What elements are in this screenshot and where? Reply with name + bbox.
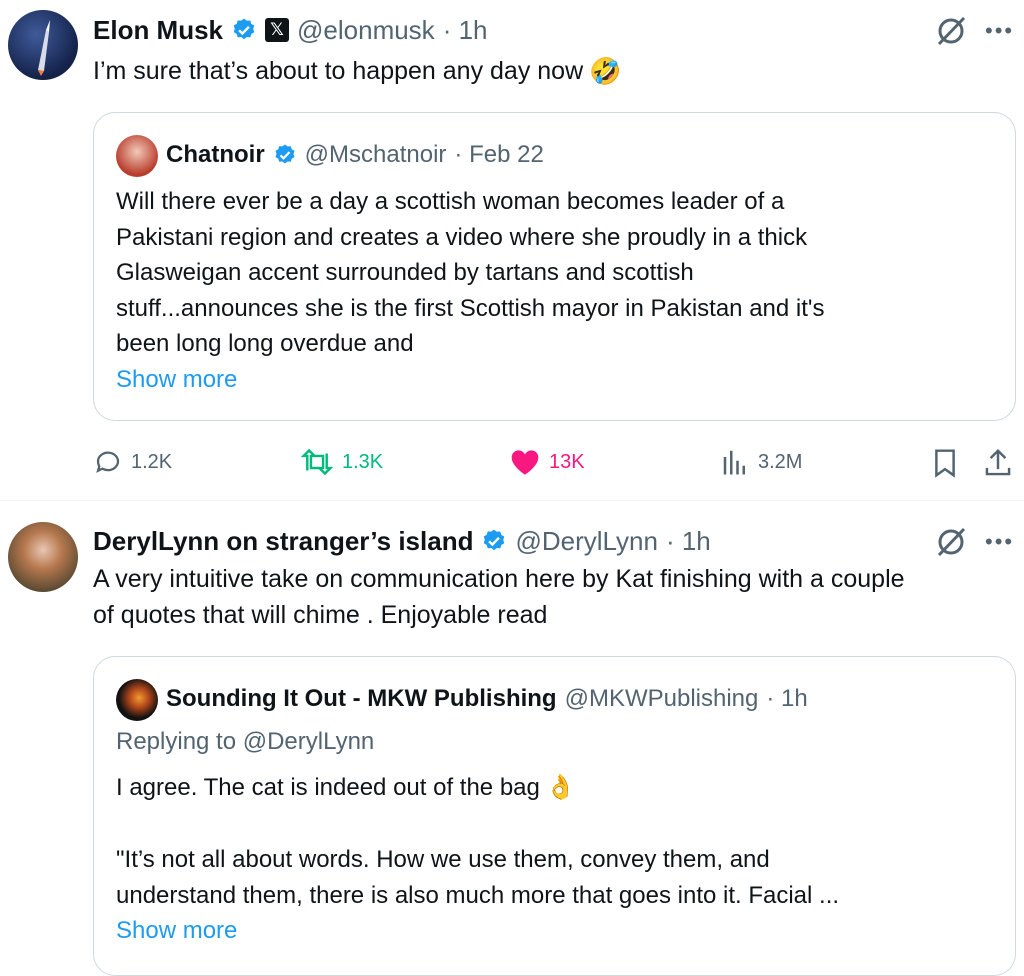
verified-badge-icon: [275, 144, 295, 164]
grok-icon[interactable]: [934, 525, 968, 559]
more-options-icon[interactable]: •••: [985, 529, 1014, 555]
reply-count: 1.2K: [131, 450, 173, 473]
views-button[interactable]: 3.2M: [720, 447, 802, 477]
verified-badge-icon: [233, 18, 255, 40]
tweet-line: A very intuitive take on communication h…: [93, 565, 905, 593]
x-affiliate-badge-icon: 𝕏: [265, 18, 290, 42]
quote-line: Will there ever be a day a scottish woma…: [116, 188, 785, 215]
quote-line: been long long overdue and: [116, 330, 414, 357]
like-count: 13K: [549, 450, 585, 473]
more-options-icon[interactable]: •••: [985, 18, 1014, 44]
ok-hand-emoji: 👌: [545, 774, 576, 801]
repost-button[interactable]: 1.3K: [300, 447, 383, 477]
avatar-elon-musk[interactable]: [8, 10, 78, 80]
verified-badge-icon: [484, 529, 505, 551]
rocket-image: [38, 20, 50, 76]
quote-author-handle[interactable]: @Mschatnoir: [305, 141, 447, 169]
tweet-text: A very intuitive take on communication h…: [93, 562, 1013, 633]
quote-line: "It’s not all about words. How we use th…: [116, 846, 770, 873]
grok-icon[interactable]: [934, 14, 968, 48]
quote-line: stuff...announces she is the first Scott…: [116, 294, 825, 322]
repost-count: 1.3K: [342, 450, 384, 473]
show-more-link[interactable]: Show more: [116, 362, 996, 398]
quote-text: Will there ever be a day a scottish woma…: [116, 184, 996, 397]
quote-post-time[interactable]: · Feb 22: [454, 141, 543, 169]
tweet-text: I’m sure that’s about to happen any day …: [93, 57, 584, 85]
avatar-deryllynn[interactable]: [8, 522, 78, 592]
quote-line: Pakistani region and creates a video whe…: [116, 223, 808, 251]
tweet-line: of quotes that will chime . Enjoyable re…: [93, 600, 548, 629]
quote-text: "It’s not all about words. How we use th…: [116, 842, 996, 949]
rofl-emoji: 🤣: [589, 56, 622, 86]
quote-author-name[interactable]: Chatnoir: [166, 141, 265, 169]
share-icon[interactable]: [983, 447, 1013, 479]
replying-to[interactable]: Replying to @DerylLynn: [116, 728, 374, 756]
like-button[interactable]: 13K: [509, 447, 585, 477]
tweet-divider: [0, 500, 1024, 501]
post-time[interactable]: · 1h: [666, 526, 711, 557]
heart-icon: [511, 450, 539, 475]
views-count: 3.2M: [758, 450, 803, 473]
quote-line: I agree. The cat is indeed out of the ba…: [116, 774, 540, 801]
reply-button[interactable]: 1.2K: [93, 447, 172, 477]
quote-line: Glasweigan accent surrounded by tartans …: [116, 259, 694, 286]
quote-line: understand them, there is also much more…: [116, 881, 840, 909]
bookmark-icon[interactable]: [930, 447, 960, 479]
repost-icon: [300, 448, 334, 476]
show-more-link[interactable]: Show more: [116, 913, 996, 949]
author-handle[interactable]: @DerylLynn: [515, 526, 657, 557]
author-name[interactable]: Elon Musk: [93, 15, 223, 46]
views-icon: [723, 450, 745, 475]
quote-author-name[interactable]: Sounding It Out - MKW Publishing: [166, 685, 557, 713]
avatar-mkw-publishing[interactable]: [116, 679, 158, 721]
quote-post-time[interactable]: · 1h: [766, 685, 807, 713]
author-name[interactable]: DerylLynn on stranger’s island: [93, 526, 473, 557]
avatar-chatnoir[interactable]: [116, 135, 158, 177]
reply-icon: [96, 451, 120, 473]
post-time[interactable]: · 1h: [443, 15, 488, 46]
quote-author-handle[interactable]: @MKWPublishing: [565, 685, 759, 713]
author-handle[interactable]: @elonmusk: [297, 15, 435, 46]
